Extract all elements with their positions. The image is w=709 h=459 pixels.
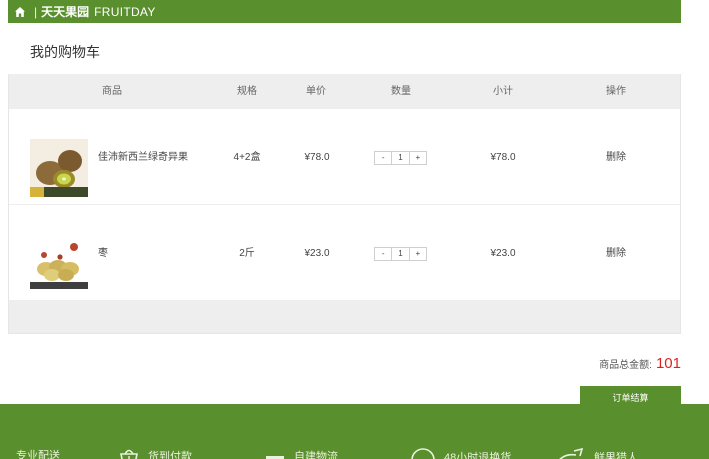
table-header: 商品 规格 单价 数量 小计 操作 [9, 74, 680, 109]
column-header-price: 单价 [306, 86, 326, 97]
quantity-input[interactable]: 1 [392, 248, 410, 260]
order-total: 商品总金额: 101 [599, 355, 681, 372]
total-label: 商品总金额: [599, 360, 652, 371]
feature-label: 货到付款 [148, 451, 192, 459]
product-price: ¥78.0 [304, 152, 330, 163]
table-row: 枣 2斤 ¥23.0 - 1 + ¥23.0 删除 [9, 205, 680, 301]
quantity-stepper: - 1 + [374, 247, 427, 261]
brand-name-en[interactable]: FRUITDAY [94, 5, 156, 19]
product-name[interactable]: 枣 [98, 247, 108, 261]
total-amount: 101 [655, 355, 681, 372]
column-header-action: 操作 [606, 86, 626, 97]
checkout-button[interactable]: 订单结算 [580, 386, 681, 408]
table-footer-band [9, 300, 680, 333]
product-subtotal: ¥78.0 [490, 152, 516, 163]
product-spec: 2斤 [239, 248, 255, 259]
brand-name-cn[interactable]: 天天果园 [41, 3, 89, 20]
product-spec: 4+2盒 [233, 152, 261, 163]
quantity-decrease-button[interactable]: - [375, 248, 393, 260]
home-icon[interactable] [14, 6, 26, 18]
feature-hunter: 鲜果猎人 [554, 447, 638, 459]
circle-icon [411, 448, 435, 459]
table-row: 佳沛新西兰绿奇异果 4+2盒 ¥78.0 - 1 + ¥78.0 删除 [9, 109, 680, 205]
delete-button[interactable]: 删除 [606, 151, 626, 165]
feature-label: 鲜果猎人 [594, 452, 638, 459]
column-header-quantity: 数量 [391, 86, 411, 97]
quantity-stepper: - 1 + [374, 151, 427, 165]
delete-button[interactable]: 删除 [606, 247, 626, 261]
quantity-increase-button[interactable]: + [410, 152, 426, 164]
quantity-decrease-button[interactable]: - [375, 152, 393, 164]
hunter-icon [559, 447, 584, 459]
feature-logistics: 自建物流 [264, 447, 338, 459]
column-header-subtotal: 小计 [493, 86, 513, 97]
feature-label: 自建物流 [294, 451, 338, 459]
product-name[interactable]: 佳沛新西兰绿奇异果 [98, 151, 188, 165]
feature-returns: 48小时退换货 [410, 447, 511, 459]
basket-icon [120, 449, 138, 459]
product-price: ¥23.0 [304, 248, 330, 259]
column-header-spec: 规格 [237, 86, 257, 97]
jujube-product-image[interactable] [30, 231, 88, 289]
kiwi-product-image[interactable] [30, 139, 88, 197]
feature-delivery: 专业配送 [16, 447, 60, 459]
box-icon [266, 456, 284, 459]
column-header-product: 商品 [102, 86, 122, 97]
feature-label: 48小时退换货 [444, 452, 512, 459]
page-title: 我的购物车 [30, 44, 100, 60]
header-separator: | [34, 4, 38, 19]
feature-cod: 货到付款 [118, 447, 192, 459]
feature-label: 专业配送 [16, 450, 60, 459]
quantity-increase-button[interactable]: + [410, 248, 426, 260]
cart-table: 商品 规格 单价 数量 小计 操作 佳沛新西兰绿奇异果 4+2盒 ¥78.0 -… [8, 74, 681, 334]
top-bar: | 天天果园 FRUITDAY [8, 0, 681, 23]
quantity-input[interactable]: 1 [392, 152, 410, 164]
product-subtotal: ¥23.0 [490, 248, 516, 259]
